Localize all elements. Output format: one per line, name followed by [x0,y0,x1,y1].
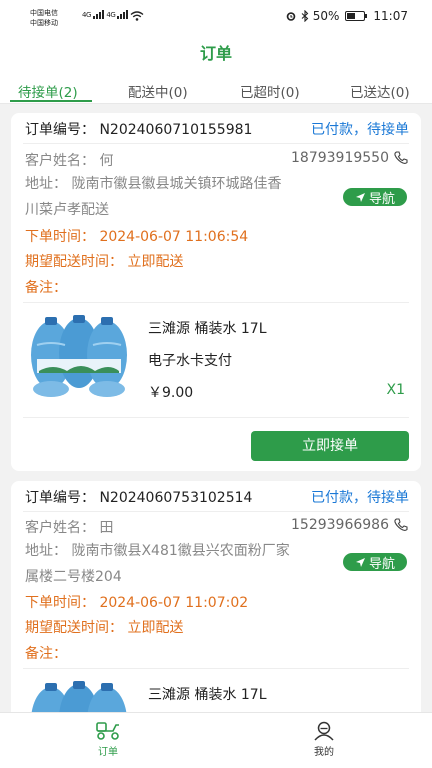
network-type-1: 4G [82,11,91,19]
customer-name: 客户姓名： 田 [25,520,114,536]
clock: 11:07 [373,9,408,23]
expected-delivery-time: 期望配送时间： 立即配送 [25,254,184,270]
signal-indicators: 4G 4G [82,10,129,19]
carrier-2: 中国移动 [30,19,58,27]
navigate-button[interactable]: 导航 [343,188,407,207]
order-status-tabs: 待接单(2) 配送中(0) 已超时(0) 已送达(0) [0,74,432,104]
customer-phone[interactable]: 18793919550 [291,150,389,166]
system-status: 50% 11:07 [285,9,408,23]
remark: 备注： [25,280,67,296]
page-title: 订单 [199,44,232,63]
delivery-address: 地址： 陇南市徽县X481徽县兴农面粉厂家 属楼二号楼204 [25,538,325,590]
tab-delivering[interactable]: 配送中(0) [128,81,188,101]
carrier-info: 中国电信 中国移动 [30,8,58,28]
status-bar: 中国电信 中国移动 4G 4G 50% 11:07 [0,0,432,34]
address-line-2: 属楼二号楼204 [25,569,122,585]
divider [23,668,409,669]
tab-pending[interactable]: 待接单(2) [18,81,78,101]
bottom-nav-profile[interactable]: 我的 [294,721,354,758]
address-line-1: 地址： 陇南市徽县徽县城关镇环城路佳香 [25,176,282,192]
goods-name: 三滩源 桶装水 17L [148,687,267,703]
navigate-label: 导航 [368,191,395,207]
tab-overtime[interactable]: 已超时(0) [240,81,300,101]
bottom-nav-profile-label: 我的 [314,747,334,758]
payment-status: 已付款，待接单 [311,122,409,138]
app-header: 订单 [0,34,432,74]
customer-name: 客户姓名： 何 [25,153,114,169]
divider [23,143,409,144]
bluetooth-icon [301,10,309,22]
divider [23,302,409,303]
signal-bars-icon [116,10,129,19]
alarm-icon [286,12,296,21]
address-line-2: 川菜卢孝配送 [25,202,109,218]
network-type-2: 4G [106,11,116,19]
delivery-address: 地址： 陇南市徽县徽县城关镇环城路佳香 川菜卢孝配送 [25,171,325,223]
navigate-label: 导航 [368,556,395,572]
phone-icon[interactable] [393,150,409,166]
divider [23,511,409,512]
order-list[interactable]: 订单编号： N2024060710155981 已付款，待接单 客户姓名： 何 … [0,110,432,712]
order-card: 订单编号： N2024060753102514 已付款，待接单 客户姓名： 田 … [11,481,421,712]
navigate-button[interactable]: 导航 [343,553,407,572]
carrier-1: 中国电信 [30,9,58,17]
expected-delivery-time: 期望配送时间： 立即配送 [25,620,184,636]
bottom-navigation: 订单 我的 [0,712,432,768]
goods-quantity: X1 [386,382,406,398]
navigation-arrow-icon [355,557,365,567]
battery-percent: 50% [312,9,340,23]
goods-name: 三滩源 桶装水 17L [148,321,267,337]
signal-bars-icon [92,10,105,19]
active-tab-indicator [10,100,92,102]
order-time: 下单时间： 2024-06-07 11:07:02 [25,595,249,611]
divider [23,417,409,418]
bottom-nav-orders-label: 订单 [98,747,118,758]
phone-icon[interactable] [393,517,409,533]
payment-status: 已付款，待接单 [311,490,409,506]
order-card: 订单编号： N2024060710155981 已付款，待接单 客户姓名： 何 … [11,113,421,471]
payment-method: 电子水卡支付 [148,353,232,369]
tab-delivered[interactable]: 已送达(0) [350,81,410,101]
water-bucket-image [31,315,127,397]
wifi-icon [130,11,144,21]
delivery-scooter-icon [96,722,119,740]
order-number: 订单编号： N2024060753102514 [25,490,253,506]
remark: 备注： [25,646,67,662]
user-icon [314,721,334,741]
address-line-1: 地址： 陇南市徽县X481徽县兴农面粉厂家 [25,543,290,559]
customer-phone[interactable]: 15293966986 [291,517,389,533]
bottom-nav-orders[interactable]: 订单 [78,721,138,758]
goods-price: ￥9.00 [148,385,194,401]
order-number: 订单编号： N2024060710155981 [25,122,253,138]
water-bucket-image [31,681,127,712]
order-time: 下单时间： 2024-06-07 11:06:54 [25,229,249,245]
accept-order-button[interactable]: 立即接单 [251,431,409,461]
battery-icon [345,11,368,21]
navigation-arrow-icon [355,192,365,202]
